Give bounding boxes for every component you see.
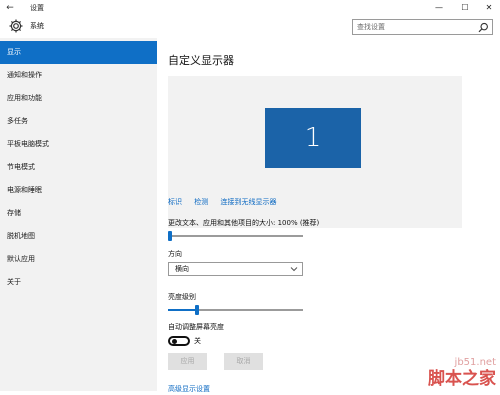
connect-wireless-link[interactable]: 连接到无线显示器 [220,198,276,206]
monitor-tile[interactable]: 1 [265,108,361,168]
page-title: 自定义显示器 [168,54,234,67]
cancel-button[interactable]: 取消 [224,353,263,370]
display-links: 标识 检测 连接到无线显示器 [168,196,286,208]
watermark-site: jb51.net [454,357,496,368]
sidebar-item-battery-saver[interactable]: 节电模式 [0,156,157,179]
monitor-number: 1 [304,123,322,153]
sidebar-item-tablet-mode[interactable]: 平板电脑模式 [0,133,157,156]
apply-button[interactable]: 应用 [168,353,207,370]
sidebar-item-about[interactable]: 关于 [0,271,157,294]
watermark: jb51.net 脚本之家 [428,357,496,389]
auto-brightness-toggle[interactable] [168,336,190,346]
scale-label: 更改文本、应用和其他项目的大小: 100% (推荐) [168,219,320,227]
scale-slider-track[interactable] [168,235,303,237]
sidebar-item-display[interactable]: 显示 [0,41,157,64]
search-placeholder: 查找设置 [357,23,385,31]
sidebar-item-multitasking[interactable]: 多任务 [0,110,157,133]
brightness-slider-fill [168,309,195,311]
maximize-button[interactable]: ☐ [458,2,472,14]
brightness-label: 亮度级别 [168,293,196,301]
search-icon[interactable] [478,22,489,33]
sidebar-item-power-sleep[interactable]: 电源和睡眠 [0,179,157,202]
sidebar-item-apps[interactable]: 应用和功能 [0,87,157,110]
sidebar: 显示 通知和操作 应用和功能 多任务 平板电脑模式 节电模式 电源和睡眠 存储 … [0,38,157,391]
back-arrow-icon[interactable]: ← [4,2,16,14]
sidebar-item-offline-maps[interactable]: 脱机地图 [0,225,157,248]
brightness-slider-thumb[interactable] [195,305,199,315]
sidebar-item-notifications[interactable]: 通知和操作 [0,64,157,87]
header: 系统 查找设置 [0,16,500,38]
toggle-state-label: 关 [194,337,201,345]
orientation-dropdown[interactable]: 横向 [168,262,303,276]
close-button[interactable]: ✕ [482,2,496,14]
identify-link[interactable]: 标识 [168,198,182,206]
main-content: 自定义显示器 1 标识 检测 连接到无线显示器 更改文本、应用和其他项目的大小:… [157,38,500,393]
sidebar-item-default-apps[interactable]: 默认应用 [0,248,157,271]
window-title: 设置 [30,4,44,12]
watermark-name: 脚本之家 [428,369,496,389]
gear-icon [9,19,23,33]
minimize-button[interactable]: — [432,2,446,14]
title-bar: ← 设置 — ☐ ✕ [0,0,500,16]
chevron-down-icon [290,267,298,272]
detect-link[interactable]: 检测 [194,198,208,206]
toggle-knob [172,339,177,344]
orientation-value: 横向 [175,265,189,273]
advanced-display-settings-link[interactable]: 高级显示设置 [168,383,210,395]
scale-slider-thumb[interactable] [168,231,172,241]
orientation-label: 方向 [168,250,182,258]
page-section-title: 系统 [30,22,44,30]
sidebar-item-storage[interactable]: 存储 [0,202,157,225]
auto-brightness-label: 自动调整屏幕亮度 [168,323,224,331]
search-input[interactable]: 查找设置 [352,19,493,35]
